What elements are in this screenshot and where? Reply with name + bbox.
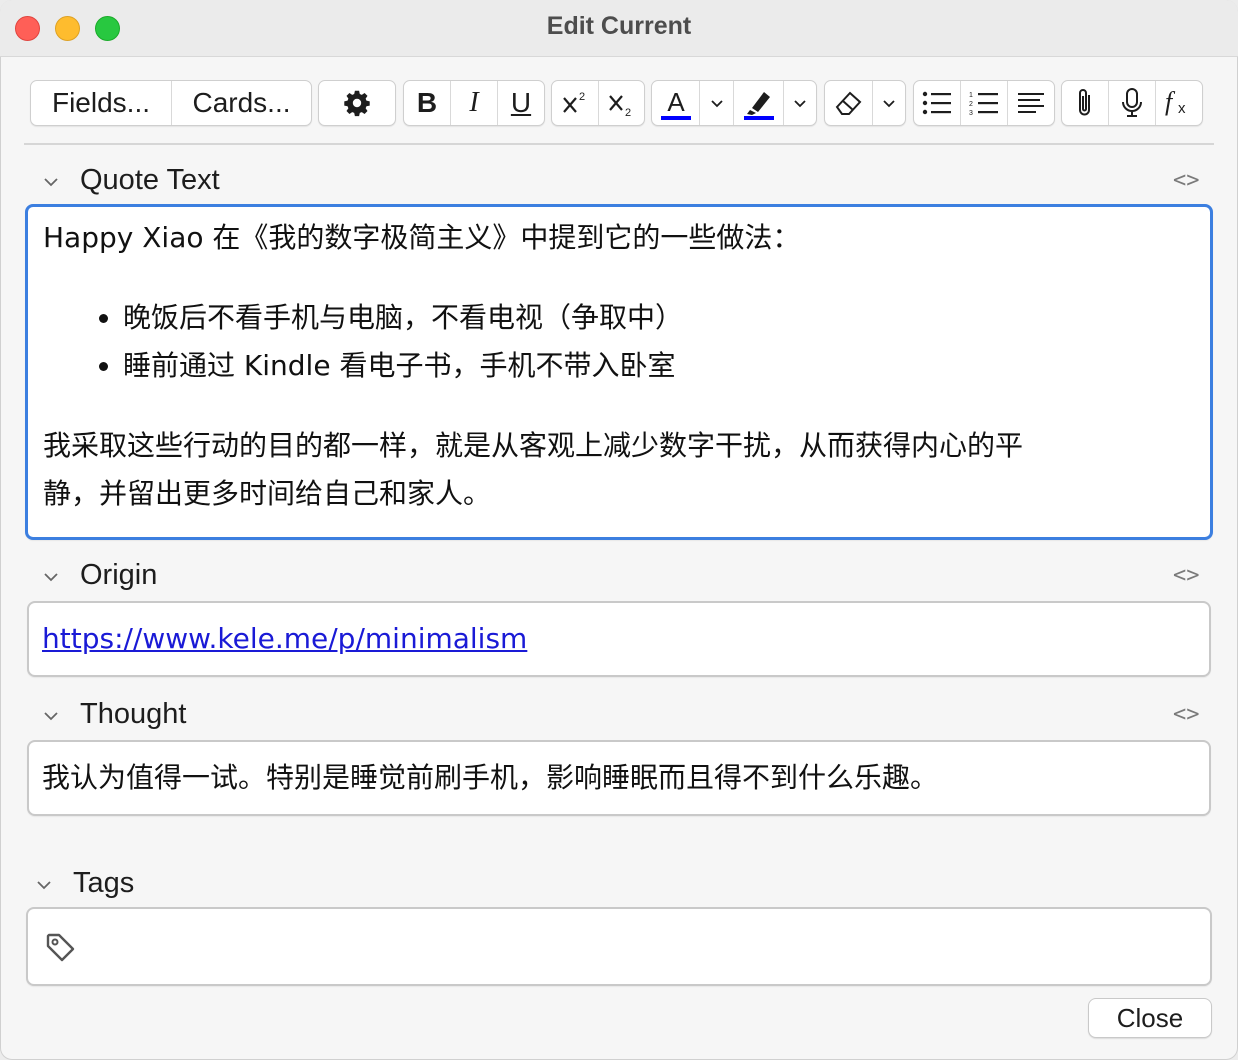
list-group: 1 2 3 — [913, 80, 1055, 126]
quote-intro: Happy Xiao 在《我的数字极简主义》中提到它的一些做法： — [43, 221, 801, 254]
highlight-color-button[interactable] — [734, 81, 784, 125]
tags-input[interactable] — [26, 907, 1212, 986]
function-icon: f x — [1165, 88, 1186, 117]
erase-group — [824, 80, 906, 126]
underline-button[interactable]: U — [498, 81, 544, 125]
list-item: 睡前通过 Kindle 看电子书，手机不带入卧室 — [123, 342, 1196, 390]
microphone-icon — [1122, 88, 1142, 117]
script-group: 2 2 — [551, 80, 645, 126]
text-color-button[interactable]: A — [652, 81, 700, 125]
svg-text:2: 2 — [969, 101, 973, 108]
gear-icon — [344, 90, 370, 117]
svg-text:A: A — [667, 87, 685, 117]
window-title: Edit Current — [546, 12, 692, 40]
field-label-quote-text: Quote Text — [80, 164, 220, 196]
chevron-down-icon — [710, 100, 723, 108]
list-item: 晚饭后不看手机与电脑，不看电视（争取中） — [123, 294, 1196, 342]
tag-icon — [46, 933, 75, 962]
subscript-icon: 2 — [609, 95, 631, 118]
toolbar-separator — [24, 143, 1214, 145]
bullet-list-icon — [922, 91, 951, 115]
edit-current-window: Edit Current Fields... Cards... B I U 2 … — [0, 0, 1238, 1060]
italic-button[interactable]: I — [451, 81, 498, 125]
alignment-button[interactable] — [1008, 81, 1054, 125]
superscript-button[interactable]: 2 — [552, 81, 599, 125]
text-color-dropdown[interactable] — [700, 81, 734, 125]
tags-label: Tags — [73, 867, 135, 899]
html-editor-toggle-icon[interactable]: <> — [1173, 702, 1200, 727]
highlight-color-swatch — [743, 116, 774, 120]
options-button[interactable] — [319, 81, 395, 125]
html-editor-toggle-icon[interactable]: <> — [1173, 563, 1200, 588]
unordered-list-button[interactable] — [914, 81, 961, 125]
collapse-chevron-icon[interactable] — [42, 173, 60, 191]
collapse-chevron-icon[interactable] — [42, 707, 60, 725]
thought-editor[interactable]: 我认为值得一试。特别是睡觉前刷手机，影响睡眠而且得不到什么乐趣。 — [27, 740, 1211, 816]
paperclip-icon — [1079, 89, 1090, 116]
svg-text:f: f — [1165, 88, 1176, 116]
format-group: B I U — [403, 80, 545, 126]
superscript-icon: 2 — [562, 91, 585, 113]
collapse-chevron-icon[interactable] — [35, 876, 53, 894]
numbered-list-icon: 1 2 3 — [969, 92, 998, 116]
bold-button[interactable]: B — [404, 81, 451, 125]
record-audio-button[interactable] — [1109, 81, 1156, 125]
html-editor-toggle-icon[interactable]: <> — [1173, 168, 1200, 193]
origin-editor[interactable]: https://www.kele.me/p/minimalism — [27, 601, 1211, 677]
text-color-icon: A — [660, 87, 691, 120]
ordered-list-button[interactable]: 1 2 3 — [961, 81, 1008, 125]
field-label-thought: Thought — [80, 698, 187, 730]
attach-button[interactable] — [1062, 81, 1109, 125]
fields-button[interactable]: Fields... — [31, 81, 172, 125]
highlight-color-dropdown[interactable] — [784, 81, 816, 125]
thought-text: 我认为值得一试。特别是睡觉前刷手机，影响睡眠而且得不到什么乐趣。 — [42, 761, 939, 794]
svg-text:x: x — [1178, 100, 1186, 117]
clear-formatting-button[interactable] — [825, 81, 873, 125]
origin-link[interactable]: https://www.kele.me/p/minimalism — [42, 622, 527, 655]
field-label-origin: Origin — [80, 559, 158, 591]
options-group — [318, 80, 396, 126]
equation-button[interactable]: f x — [1156, 81, 1202, 125]
close-button[interactable]: Close — [1088, 998, 1212, 1038]
svg-text:2: 2 — [579, 91, 585, 103]
svg-text:1: 1 — [969, 92, 973, 99]
eraser-icon — [835, 91, 861, 115]
quote-text-editor[interactable]: Happy Xiao 在《我的数字极简主义》中提到它的一些做法： 晚饭后不看手机… — [25, 204, 1213, 540]
highlighter-icon — [743, 92, 774, 120]
clear-formatting-dropdown[interactable] — [873, 81, 905, 125]
svg-text:2: 2 — [625, 107, 631, 118]
text-color-swatch — [660, 116, 691, 120]
cards-button[interactable]: Cards... — [172, 81, 311, 125]
subscript-button[interactable]: 2 — [599, 81, 645, 125]
chevron-down-icon — [794, 100, 806, 108]
align-icon — [1018, 93, 1044, 113]
chevron-down-icon — [883, 100, 895, 108]
quote-paragraph-line-2: 静，并留出更多时间给自己和家人。 — [43, 477, 492, 510]
color-group: A — [651, 80, 817, 126]
media-group: f x — [1061, 80, 1203, 126]
collapse-chevron-icon[interactable] — [42, 568, 60, 586]
quote-bullet-list: 晚饭后不看手机与电脑，不看电视（争取中） 睡前通过 Kindle 看电子书，手机… — [43, 294, 1196, 390]
quote-paragraph-line-1: 我采取这些行动的目的都一样，就是从客观上减少数字干扰，从而获得内心的平 — [43, 429, 1024, 462]
fields-cards-group: Fields... Cards... — [30, 80, 312, 126]
svg-text:3: 3 — [969, 110, 973, 116]
title-bar: Edit Current — [0, 0, 1238, 57]
